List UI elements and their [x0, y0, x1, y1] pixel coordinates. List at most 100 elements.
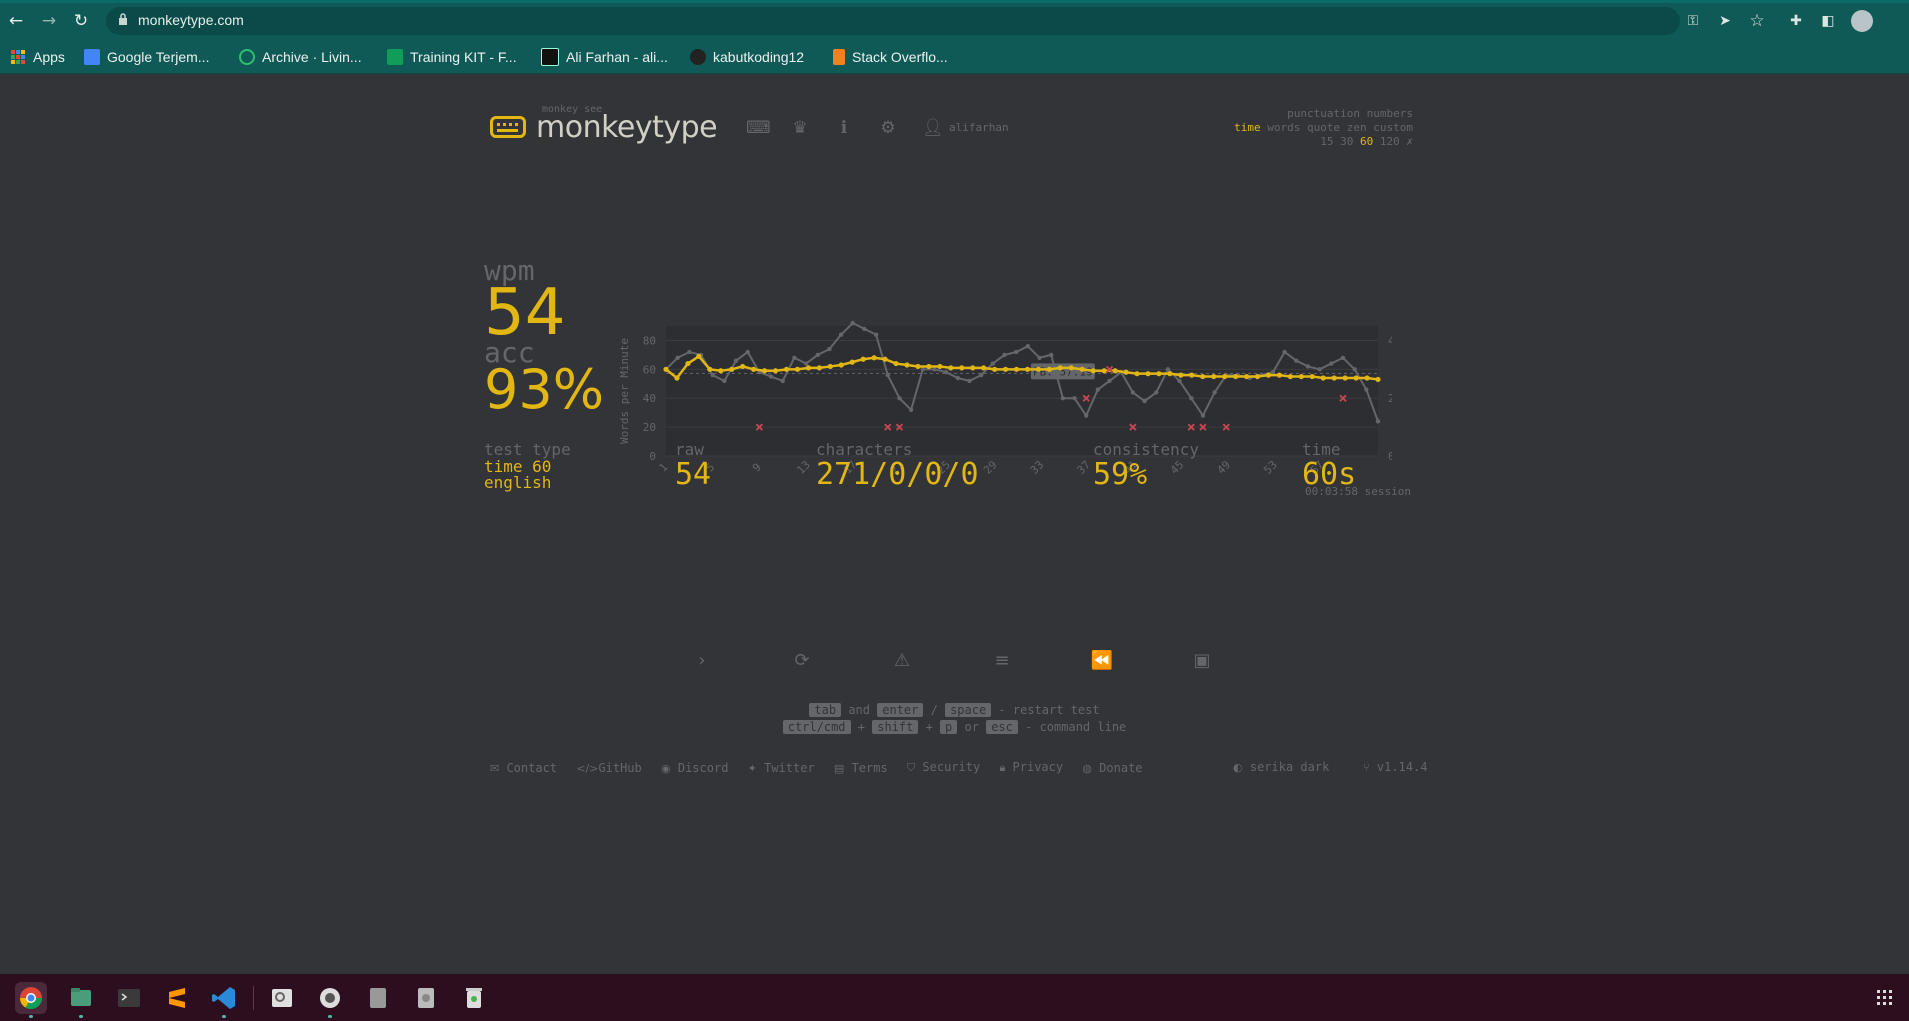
trash-app-icon[interactable]: [458, 982, 490, 1014]
show-apps-grid-icon[interactable]: [1877, 990, 1893, 1006]
user-icon[interactable]: 👤︎: [922, 118, 944, 138]
footer-terms[interactable]: ▤ Terms: [834, 761, 888, 775]
hint-plus: +: [857, 720, 865, 734]
running-indicator: [79, 1015, 83, 1018]
settings-gear-icon[interactable]: ⚙: [878, 118, 898, 138]
footer-version[interactable]: ⑂ v1.14.4: [1363, 760, 1427, 774]
extensions-icon[interactable]: ✚: [1786, 11, 1806, 31]
raw-point: [1212, 390, 1217, 395]
replay-icon[interactable]: ⏪: [1090, 649, 1114, 673]
sublime-app-icon[interactable]: [161, 982, 193, 1014]
config-time-30[interactable]: 30: [1340, 135, 1353, 148]
keyboard-icon[interactable]: ⌨: [746, 118, 771, 138]
files-app-icon[interactable]: [65, 982, 97, 1014]
star-icon[interactable]: ☆: [1747, 11, 1767, 31]
wpm-point: [827, 363, 833, 370]
wpm-point: [1035, 366, 1042, 372]
forward-arrow-icon[interactable]: →: [39, 11, 59, 31]
hint-command-line: ctrl/cmd + shift + p or esc - command li…: [0, 720, 1909, 734]
raw-point: [733, 358, 739, 363]
wpm-point: [959, 365, 965, 371]
screenshot-icon[interactable]: ▣: [1190, 649, 1214, 673]
toolbar-accent: [0, 0, 1909, 3]
config-mode-custom[interactable]: custom: [1373, 121, 1413, 134]
wpm-point: [696, 353, 702, 359]
raw-point: [1200, 413, 1206, 418]
config-mode-words[interactable]: words: [1267, 121, 1300, 134]
crown-icon[interactable]: ♛: [790, 118, 810, 138]
config-numbers[interactable]: numbers: [1367, 107, 1413, 120]
vscode-app-icon[interactable]: [208, 982, 240, 1014]
info-icon[interactable]: ℹ: [834, 118, 854, 138]
footer-discord[interactable]: ◉ Discord: [661, 761, 728, 775]
config-mode-zen[interactable]: zen: [1347, 121, 1367, 134]
wpm-point: [893, 360, 899, 367]
wpm-point: [1254, 373, 1261, 380]
bookmark-archive[interactable]: Archive · Livin...: [239, 46, 362, 68]
apps-grid-icon: [11, 50, 25, 64]
footer-security[interactable]: ⛉ Security: [907, 760, 980, 775]
tools-icon[interactable]: ✗: [1406, 135, 1413, 148]
config-row-modes: time words quote zen custom: [1234, 121, 1413, 135]
raw-point: [1329, 361, 1334, 366]
drive-app-icon[interactable]: [410, 982, 442, 1014]
warning-icon[interactable]: ⚠: [890, 649, 914, 673]
restart-icon[interactable]: ⟳: [790, 649, 814, 673]
raw-point: [1107, 378, 1112, 384]
config-punctuation[interactable]: punctuation: [1287, 107, 1360, 120]
bookmark-ali-farhan[interactable]: Ali Farhan - ali...: [541, 46, 668, 68]
wpm-point: [1013, 366, 1020, 372]
config-time-120[interactable]: 120: [1380, 135, 1400, 148]
raw-point: [943, 370, 949, 375]
config-time-60[interactable]: 60: [1360, 135, 1373, 148]
raw-point: [838, 332, 844, 337]
raw-point: [1282, 349, 1287, 355]
footer-contact[interactable]: ✉ Contact: [490, 761, 557, 775]
raw-point: [1037, 355, 1042, 360]
bookmark-stack-overflow[interactable]: Stack Overflo...: [833, 46, 948, 68]
disk-app-icon[interactable]: [362, 982, 394, 1014]
footer-privacy[interactable]: 🔒︎ Privacy: [999, 760, 1063, 775]
bookmark-kabutkoding[interactable]: kabutkoding12: [690, 46, 804, 68]
username[interactable]: alifarhan: [949, 121, 1009, 134]
word-history-icon[interactable]: ≡: [990, 649, 1014, 673]
back-arrow-icon[interactable]: ←: [6, 11, 26, 31]
raw-point: [1083, 413, 1089, 418]
raw-point: [675, 355, 680, 360]
config-time-15[interactable]: 15: [1320, 135, 1333, 148]
terminal-app-icon[interactable]: [113, 982, 145, 1014]
x-tick-label: 1: [657, 461, 671, 475]
bookmark-label: Training KIT - F...: [410, 49, 517, 65]
profile-avatar[interactable]: [1851, 10, 1873, 32]
consistency-value: 59%: [1093, 457, 1148, 492]
wpm-point: [1112, 368, 1118, 374]
logo-text: monkeytype: [536, 110, 718, 145]
wpm-chart[interactable]: 0204060800241 5 9 13 17 21 25 29 33 37 41 45 49 53 57W…: [612, 314, 1392, 504]
footer-github[interactable]: </>GitHub: [576, 761, 642, 775]
wpm-point: [1298, 373, 1304, 380]
raw-point: [1375, 419, 1381, 424]
bookmark-apps[interactable]: Apps: [10, 46, 65, 68]
key-enter: enter: [877, 703, 924, 717]
address-bar[interactable]: monkeytype.com: [106, 7, 1680, 35]
config-mode-time[interactable]: time: [1234, 121, 1261, 134]
raw-point: [1294, 358, 1299, 363]
config-mode-quote[interactable]: quote: [1307, 121, 1340, 134]
key-icon[interactable]: ⚿: [1683, 11, 1703, 31]
footer-theme[interactable]: ◐ serika dark: [1233, 760, 1329, 774]
bookmark-google-translate[interactable]: Google Terjem...: [84, 46, 209, 68]
footer-twitter[interactable]: ✦ Twitter: [748, 761, 815, 775]
footer-donate[interactable]: ◍ Donate: [1082, 761, 1142, 775]
sheets-icon: [387, 49, 403, 65]
wpm-point: [1331, 375, 1337, 381]
reload-icon[interactable]: ↻: [71, 11, 91, 31]
bookmark-training-kit[interactable]: Training KIT - F...: [387, 46, 517, 68]
sidepanel-icon[interactable]: ◧: [1818, 11, 1838, 31]
settings-app-icon[interactable]: [314, 982, 346, 1014]
chrome-app-icon[interactable]: [15, 982, 47, 1014]
send-icon[interactable]: ➤: [1715, 11, 1735, 31]
image-viewer-app-icon[interactable]: [266, 982, 298, 1014]
next-test-chevron-icon[interactable]: ›: [690, 649, 714, 673]
wpm-point: [1375, 376, 1381, 383]
raw-point: [1317, 367, 1322, 372]
